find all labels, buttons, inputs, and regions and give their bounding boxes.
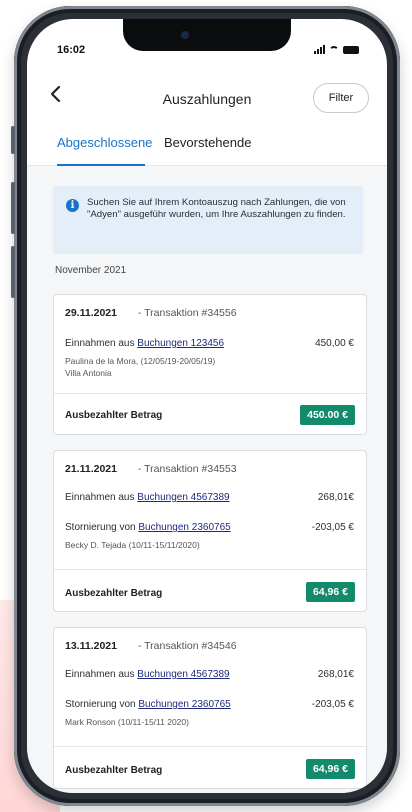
screen: 16:02 Auszahlungen Filter Abgeschlossene… <box>27 19 387 793</box>
mute-switch <box>11 126 15 154</box>
info-icon: i <box>66 199 79 212</box>
guest-details: Mark Ronson (10/11-15/11 2020) <box>65 717 189 727</box>
payout-amount-badge: 64,96 € <box>305 582 355 602</box>
guest-details: Paulina de la Mora, (12/05/19-20/05/19) <box>65 356 216 366</box>
booking-line: Einnahmen aus Buchungen 123456 450,00 € <box>65 338 354 349</box>
volume-up-button <box>11 182 15 234</box>
booking-line: Einnahmen aus Buchungen 4567389 268,01€ <box>65 669 354 680</box>
booking-line: Einnahmen aus Buchungen 4567389 268,01€ <box>65 492 354 503</box>
camera-icon <box>181 31 189 39</box>
line-prefix: Stornierung von <box>65 522 139 533</box>
payout-amount-badge: 64,96 € <box>305 759 355 779</box>
divider <box>54 393 366 394</box>
line-amount: 268,01€ <box>317 492 354 503</box>
card-header: 21.11.2021 - Transaktion #34553 <box>65 463 237 475</box>
notch <box>123 19 291 51</box>
line-prefix: Stornierung von <box>65 699 139 710</box>
payout-card[interactable]: 29.11.2021 - Transaktion #34556 Einnahme… <box>53 294 367 435</box>
card-header: 13.11.2021 - Transaktion #34546 <box>65 640 237 652</box>
status-time: 16:02 <box>57 44 86 56</box>
line-amount: 268,01€ <box>317 669 354 680</box>
volume-down-button <box>11 246 15 298</box>
line-prefix: Einnahmen aus <box>65 338 138 349</box>
line-prefix: Einnahmen aus <box>65 492 138 503</box>
booking-link[interactable]: Buchungen 2360765 <box>138 522 230 533</box>
divider <box>54 569 366 570</box>
booking-link[interactable]: Buchungen 123456 <box>137 338 224 349</box>
payout-card[interactable]: 21.11.2021 - Transaktion #34553 Einnahme… <box>53 450 367 612</box>
tab-abgeschlossene[interactable]: Abgeschlossene <box>57 135 152 150</box>
property-name: Villa Antonia <box>65 368 112 378</box>
line-amount: -203,05 € <box>311 699 354 710</box>
cancellation-line: Stornierung von Buchungen 2360765 -203,0… <box>65 522 354 533</box>
info-banner: i Suchen Sie auf Ihrem Kontoauszug nach … <box>53 186 363 254</box>
line-amount: 450,00 € <box>315 338 354 349</box>
payout-label: Ausbezahlter Betrag <box>65 410 163 421</box>
payout-list: i Suchen Sie auf Ihrem Kontoauszug nach … <box>27 166 387 793</box>
transaction-id: - Transaktion #34556 <box>137 307 237 319</box>
payout-amount-badge: 450.00 € <box>300 405 355 425</box>
nav-bar: Auszahlungen Filter <box>27 79 387 119</box>
wifi-icon <box>329 45 339 54</box>
info-text: Suchen Sie auf Ihrem Kontoauszug nach Za… <box>87 197 346 220</box>
status-icons <box>314 45 359 54</box>
tab-bar: Abgeschlossene Bevorstehende <box>27 131 387 166</box>
booking-link[interactable]: Buchungen 4567389 <box>137 492 229 503</box>
guest-details: Becky D. Tejada (10/11-15/11/2020) <box>65 540 200 550</box>
line-amount: -203,05 € <box>311 522 354 533</box>
line-prefix: Einnahmen aus <box>65 669 138 680</box>
booking-link[interactable]: Buchungen 4567389 <box>137 669 229 680</box>
battery-icon <box>343 45 359 54</box>
phone-frame: 16:02 Auszahlungen Filter Abgeschlossene… <box>11 6 400 806</box>
payout-date: 13.11.2021 <box>65 640 117 652</box>
payout-date: 21.11.2021 <box>65 463 117 475</box>
card-header: 29.11.2021 - Transaktion #34556 <box>65 307 237 319</box>
payout-label: Ausbezahlter Betrag <box>65 588 163 599</box>
payout-card[interactable]: 13.11.2021 - Transaktion #34546 Einnahme… <box>53 627 367 789</box>
transaction-id: - Transaktion #34546 <box>137 640 237 652</box>
cancellation-line: Stornierung von Buchungen 2360765 -203,0… <box>65 699 354 710</box>
booking-link[interactable]: Buchungen 2360765 <box>138 699 230 710</box>
divider <box>54 746 366 747</box>
month-heading: November 2021 <box>55 265 127 276</box>
payout-label: Ausbezahlter Betrag <box>65 765 163 776</box>
transaction-id: - Transaktion #34553 <box>137 463 237 475</box>
payout-date: 29.11.2021 <box>65 307 117 319</box>
tab-bevorstehende[interactable]: Bevorstehende <box>164 135 251 150</box>
filter-button[interactable]: Filter <box>313 83 369 113</box>
signal-icon <box>314 45 325 54</box>
